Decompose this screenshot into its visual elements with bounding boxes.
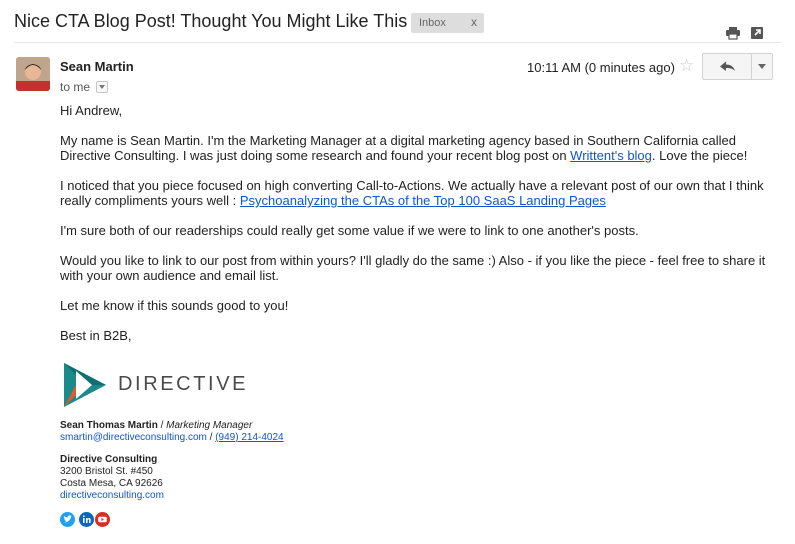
signature-company-name: Directive Consulting: [60, 454, 158, 465]
psychoanalyzing-post-link[interactable]: Psychoanalyzing the CTAs of the Top 100 …: [240, 193, 606, 208]
reply-button[interactable]: [703, 54, 751, 79]
signature-title: Marketing Manager: [166, 420, 253, 431]
paragraph-intro: My name is Sean Martin. I'm the Marketin…: [60, 133, 770, 163]
message-body: Hi Andrew, My name is Sean Martin. I'm t…: [60, 103, 770, 343]
directive-logo-text: DIRECTIVE: [118, 373, 249, 395]
twitter-icon[interactable]: [60, 512, 75, 527]
sender-name[interactable]: Sean Martin: [60, 59, 134, 74]
sender-avatar[interactable]: [16, 57, 50, 91]
signature-website-link[interactable]: directiveconsulting.com: [60, 490, 164, 501]
more-options-button[interactable]: [752, 54, 772, 79]
greeting: Hi Andrew,: [60, 103, 123, 118]
print-icon[interactable]: [725, 25, 741, 41]
directive-logo-mark-icon: [64, 363, 106, 407]
reply-button-group: [702, 53, 773, 80]
signature-contact-separator: /: [206, 432, 216, 443]
signature-email-link[interactable]: smartin@directiveconsulting.com: [60, 432, 207, 443]
header-actions: [725, 25, 767, 41]
directive-logo: DIRECTIVE: [62, 361, 245, 411]
signature-website: directiveconsulting.com: [60, 490, 164, 502]
inbox-label-chip[interactable]: Inbox x: [411, 13, 484, 33]
signature-contact-line: smartin@directiveconsulting.com / (949) …: [60, 432, 284, 444]
inbox-label-text: Inbox: [419, 17, 446, 29]
email-header: Nice CTA Blog Post! Thought You Might Li…: [14, 10, 781, 41]
header-divider: [14, 42, 781, 43]
youtube-icon[interactable]: [95, 512, 110, 527]
writtent-blog-link[interactable]: Writtent's blog: [570, 148, 652, 163]
paragraph-cta: I noticed that you piece focused on high…: [60, 178, 770, 208]
signature-name-line: Sean Thomas Martin / Marketing Manager: [60, 420, 252, 432]
recipient-text: to me: [60, 80, 91, 94]
paragraph-followup: Let me know if this sounds good to you!: [60, 298, 289, 313]
email-subject: Nice CTA Blog Post! Thought You Might Li…: [14, 11, 408, 31]
closing: Best in B2B,: [60, 328, 132, 343]
paragraph-request: Would you like to link to our post from …: [60, 253, 766, 283]
remove-label-button[interactable]: x: [471, 13, 477, 32]
paragraph-readership: I'm sure both of our readerships could r…: [60, 223, 639, 238]
paragraph-intro-end: . Love the piece!: [651, 148, 748, 163]
signature-title-separator: /: [157, 420, 167, 431]
social-icons: [60, 512, 120, 528]
star-icon[interactable]: ☆: [679, 56, 694, 76]
signature-address-line-1: 3200 Bristol St. #450: [60, 466, 153, 477]
signature-address-line-2: Costa Mesa, CA 92626: [60, 478, 163, 489]
linkedin-icon[interactable]: [79, 512, 94, 527]
signature-phone-link[interactable]: (949) 214-4024: [215, 432, 283, 443]
signature-company: Directive Consulting: [60, 454, 157, 466]
open-in-new-window-icon[interactable]: [749, 25, 765, 41]
show-details-icon[interactable]: [96, 80, 109, 93]
message-time: 10:11 AM (0 minutes ago): [527, 60, 675, 75]
recipient-line: to me: [60, 80, 109, 94]
signature-name: Sean Thomas Martin: [60, 420, 158, 431]
